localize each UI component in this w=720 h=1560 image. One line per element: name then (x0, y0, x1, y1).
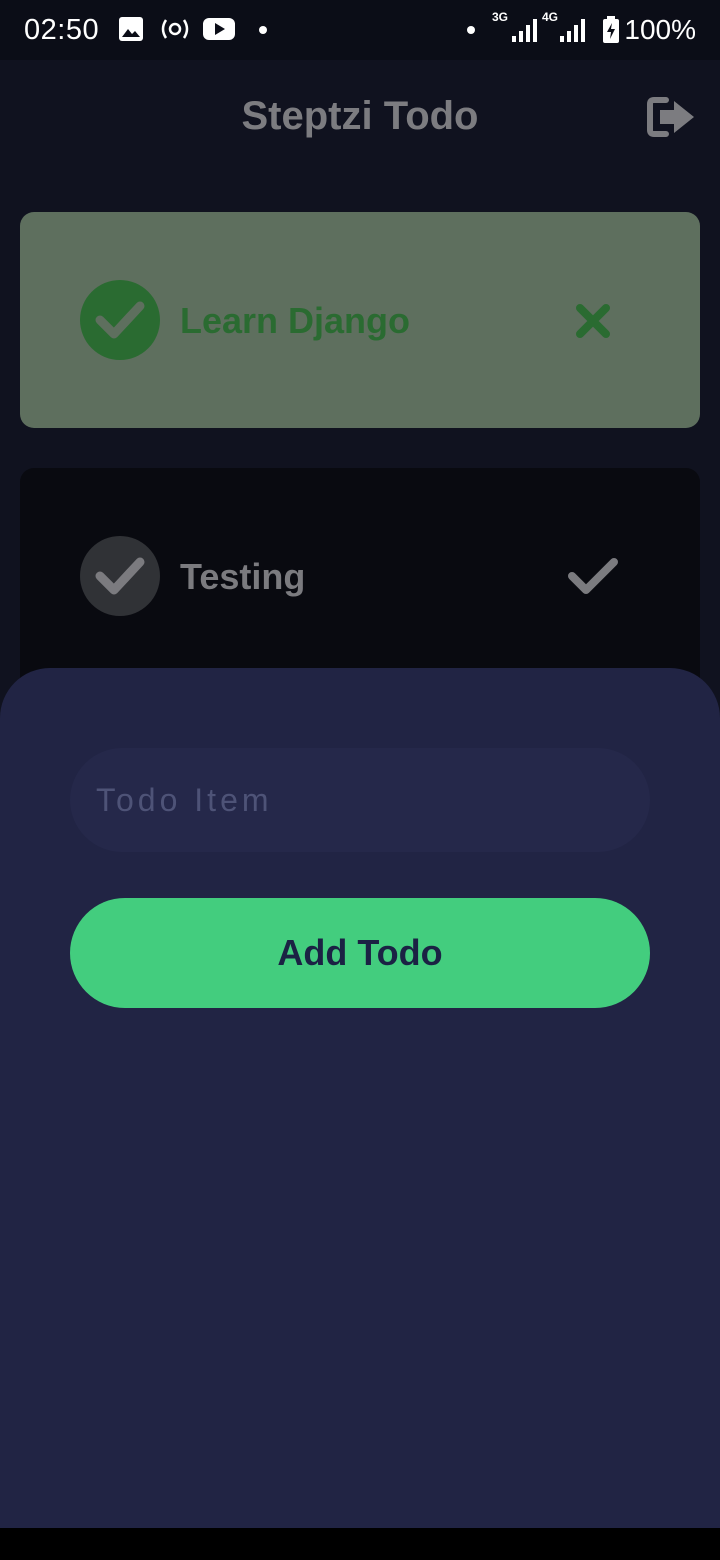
gallery-icon (118, 16, 144, 47)
hotspot-icon (160, 16, 190, 47)
complete-toggle[interactable] (80, 280, 160, 360)
todo-label: Learn Django (180, 300, 411, 341)
add-todo-button[interactable]: Add Todo (70, 898, 650, 1008)
page-title: Steptzi Todo (241, 94, 479, 138)
battery-percent: 100% (624, 14, 696, 45)
notification-dot-icon (467, 26, 475, 34)
status-bar: 02:50 3G 4G 100% (0, 0, 720, 60)
logout-icon[interactable] (646, 96, 698, 138)
todo-card: Testing (20, 468, 700, 698)
system-nav-bar (0, 1528, 720, 1560)
complete-toggle[interactable] (80, 536, 160, 616)
youtube-icon (203, 16, 235, 47)
signal-icon (558, 16, 588, 49)
todo-label: Testing (180, 556, 306, 597)
close-icon[interactable] (568, 296, 618, 346)
todo-card: Learn Django (20, 212, 700, 428)
notification-dot-icon (259, 26, 267, 34)
network-4g-label: 4G (542, 10, 559, 24)
add-todo-sheet: Add Todo (0, 668, 720, 1528)
check-icon[interactable] (568, 552, 618, 602)
network-3g-label: 3G (492, 10, 509, 24)
signal-icon (510, 16, 540, 49)
battery-charging-icon (602, 16, 620, 49)
todo-item-input[interactable] (70, 748, 650, 852)
status-time: 02:50 (24, 14, 100, 46)
